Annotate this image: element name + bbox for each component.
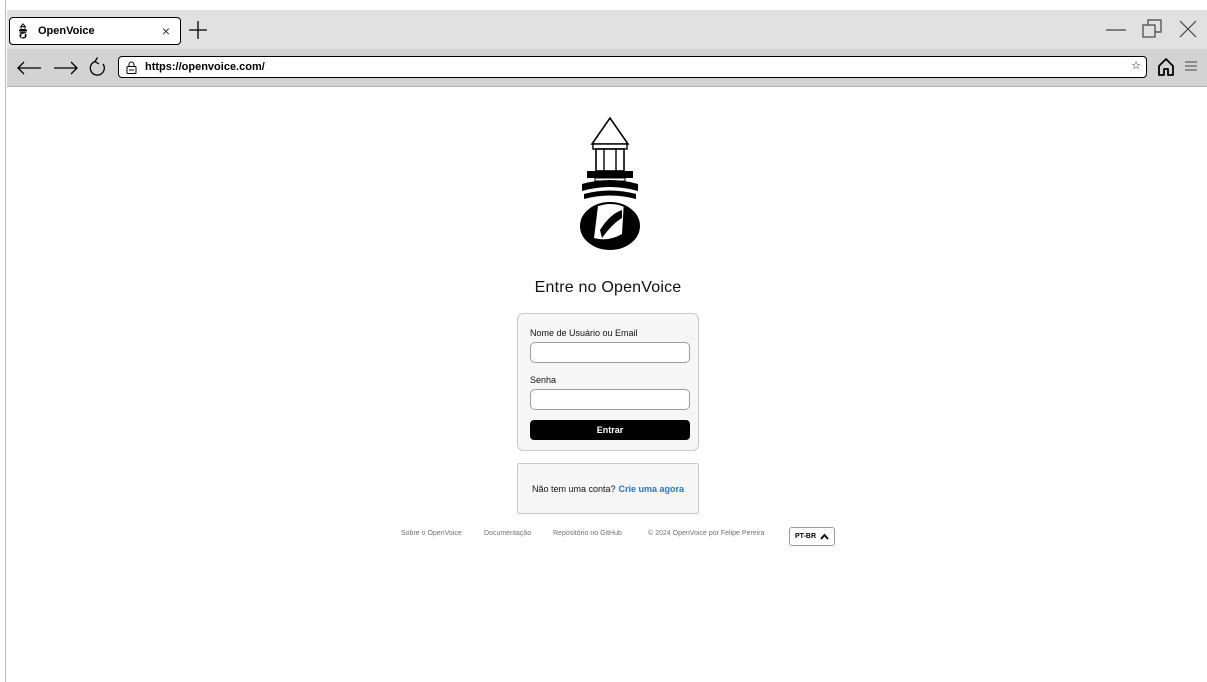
address-bar[interactable]: https://openvoice.com/ ☆ bbox=[118, 56, 1147, 78]
password-label: Senha bbox=[530, 375, 557, 385]
plus-icon bbox=[189, 21, 207, 39]
url-text[interactable]: https://openvoice.com/ bbox=[145, 61, 265, 73]
tab-strip: OpenVoice × bbox=[7, 10, 1207, 49]
password-input[interactable] bbox=[530, 389, 690, 410]
tab-close-icon[interactable]: × bbox=[162, 23, 170, 39]
signup-prompt: Não tem uma conta? bbox=[531, 483, 616, 494]
login-button[interactable]: Entrar bbox=[530, 420, 690, 440]
window-left-border bbox=[0, 0, 6, 682]
signup-link[interactable]: Crie uma agora bbox=[619, 484, 685, 494]
menu-icon[interactable] bbox=[1184, 59, 1198, 73]
back-arrow-icon[interactable] bbox=[16, 56, 42, 80]
footer-link-repo[interactable]: Repositório no GitHub bbox=[553, 530, 622, 537]
lock-icon bbox=[126, 61, 137, 74]
reload-icon[interactable] bbox=[87, 56, 109, 80]
page-title: Entre no OpenVoice bbox=[534, 279, 682, 296]
close-icon[interactable] bbox=[1177, 18, 1199, 40]
browser-tab[interactable]: OpenVoice × bbox=[9, 17, 181, 45]
minimize-icon[interactable] bbox=[1105, 18, 1127, 40]
login-form: Nome de Usuário ou Email Senha Entrar bbox=[517, 313, 699, 451]
lighthouse-icon bbox=[580, 116, 640, 250]
forward-arrow-icon[interactable] bbox=[53, 56, 79, 80]
tab-title: OpenVoice bbox=[38, 25, 95, 37]
language-selector[interactable]: PT-BR bbox=[789, 527, 835, 546]
username-input[interactable] bbox=[530, 342, 690, 363]
footer-link-about[interactable]: Sobre o OpenVoice bbox=[401, 530, 462, 537]
restore-icon[interactable] bbox=[1141, 18, 1163, 40]
window-controls bbox=[1105, 18, 1199, 40]
home-icon[interactable] bbox=[1157, 57, 1175, 77]
lighthouse-icon bbox=[16, 23, 30, 39]
username-label: Nome de Usuário ou Email bbox=[530, 328, 638, 338]
navigation-bar: https://openvoice.com/ ☆ bbox=[7, 49, 1207, 87]
new-tab-button[interactable] bbox=[187, 16, 209, 44]
footer-link-docs[interactable]: Documentação bbox=[484, 530, 531, 537]
footer-copyright: © 2024 OpenVoice por Felipe Pereira bbox=[648, 530, 765, 537]
signup-box: Não tem uma conta? Crie uma agora bbox=[517, 463, 699, 514]
chevron-up-icon bbox=[820, 533, 829, 540]
language-label: PT-BR bbox=[795, 533, 816, 540]
star-icon[interactable]: ☆ bbox=[1131, 59, 1141, 72]
